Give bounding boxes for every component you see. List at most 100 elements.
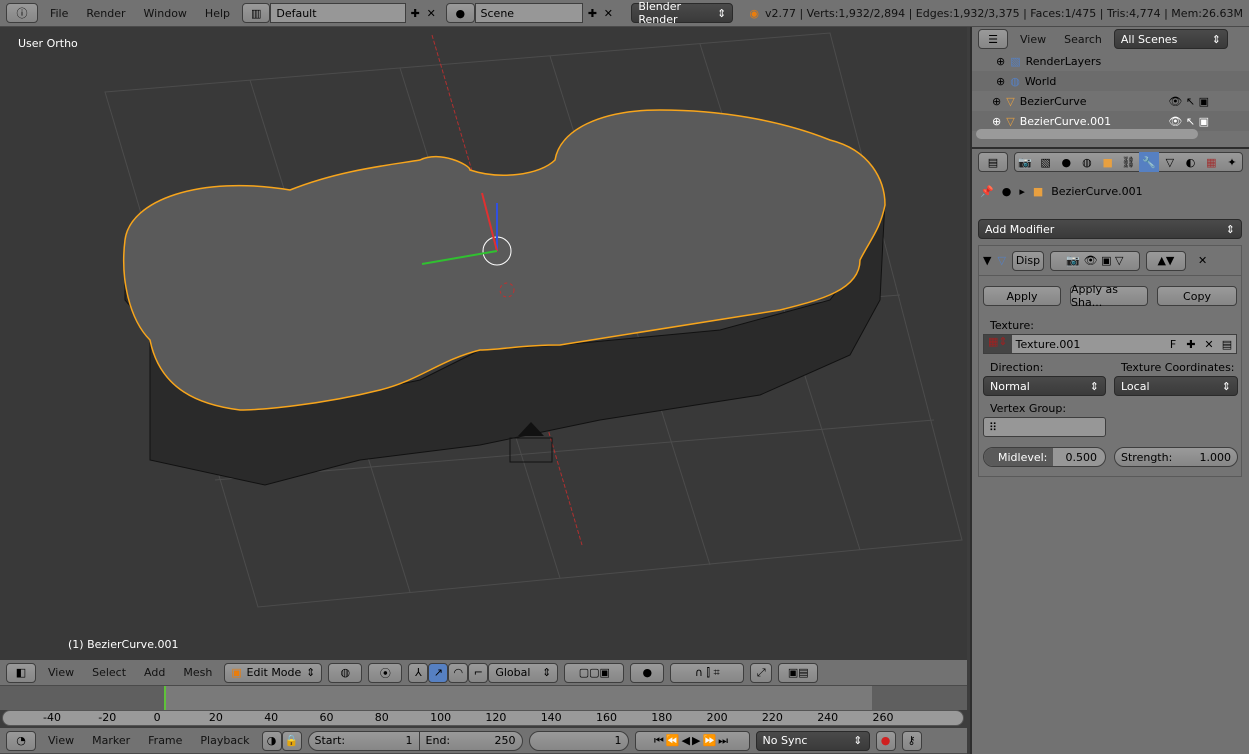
mode-dropdown[interactable]: ▣ Edit Mode ⇕ (224, 662, 323, 683)
info-editor-button[interactable]: ⓘ (6, 3, 38, 23)
current-frame-field[interactable]: 1 (528, 730, 629, 751)
render-engine-dropdown[interactable]: Blender Render ⇕ (631, 0, 734, 26)
constraints-tab-icon[interactable]: ⛓ (1118, 152, 1138, 172)
menu-search[interactable]: Search (1058, 33, 1108, 46)
texture-field[interactable]: ▦⇕ Texture.001 F ✚ ✕ ▤ (983, 334, 1237, 354)
menu-render[interactable]: Render (80, 7, 131, 20)
midlevel-label: Midlevel: (984, 448, 1054, 466)
scene-field[interactable]: Scene (474, 3, 584, 23)
render-tab-icon[interactable]: 📷 (1015, 152, 1035, 172)
lock-toggle[interactable]: 🔒 (281, 730, 302, 751)
record-button[interactable]: ● (875, 730, 896, 751)
playback-controls[interactable]: ⏮⏪◀▶⏩⏭ (634, 730, 750, 751)
vertex-group-field[interactable]: ⠿ (983, 417, 1106, 437)
fake-user-button[interactable]: F (1164, 338, 1182, 351)
context-tabs[interactable]: 📷 ▧ ● ◍ ■ ⛓ 🔧 ▽ ◐ ▦ ✦ (1013, 152, 1243, 172)
proportional-edit-dropdown[interactable]: ● (630, 662, 665, 683)
pin-icon[interactable]: 📌 (980, 185, 994, 198)
visibility-icons[interactable]: 👁 ↖ ▣ (1168, 115, 1209, 128)
texture-icon[interactable]: ▦⇕ (984, 335, 1012, 353)
scene-icon[interactable]: ● (446, 3, 475, 23)
close-icon[interactable]: ✕ (599, 3, 617, 23)
object-tab-icon[interactable]: ■ (1098, 152, 1118, 172)
menu-view[interactable]: View (42, 666, 80, 679)
snap-buttons[interactable]: ∩ ⫿ ⌗ (670, 662, 745, 683)
shading-dropdown[interactable]: ◍ (328, 662, 363, 683)
editor-type-button[interactable]: ▤ (978, 152, 1008, 172)
3d-viewport[interactable]: User Ortho (1) BezierCurve.001 (0, 27, 967, 660)
menu-select[interactable]: Select (86, 666, 132, 679)
select-mode-buttons[interactable]: ▢▢▣ (564, 662, 625, 683)
layout-icon[interactable]: ▥ (242, 3, 271, 23)
menu-window[interactable]: Window (138, 7, 193, 20)
timeline-area[interactable] (0, 686, 967, 710)
start-frame-field[interactable]: Start: 1 (307, 730, 420, 751)
editor-type-button[interactable]: ◧ (6, 662, 36, 683)
coords-value: Local (1121, 379, 1150, 393)
scale-toggle[interactable]: ⌐ (468, 662, 489, 683)
translate-toggle[interactable]: ↗ (428, 662, 449, 683)
modifiers-tab-icon[interactable]: 🔧 (1139, 152, 1160, 172)
copy-button[interactable]: Copy (1157, 286, 1237, 306)
expand-icon[interactable]: ⊕ (992, 95, 1001, 108)
manipulator-toggle[interactable]: ⅄ (408, 662, 429, 683)
strength-value: 1.000 (1199, 450, 1232, 464)
remove-modifier-icon[interactable]: ✕ (1198, 254, 1207, 267)
keying-button[interactable]: ⚷ (901, 730, 922, 751)
sync-dropdown[interactable]: No Sync ⇕ (755, 730, 870, 751)
outliner-item[interactable]: ⊕ ▽ BezierCurve.001 👁 ↖ ▣ (972, 111, 1249, 131)
browse-icon[interactable]: ▤ (1218, 338, 1236, 351)
layout-field[interactable]: Default (270, 3, 407, 23)
menu-file[interactable]: File (44, 7, 74, 20)
apply-button[interactable]: Apply (983, 286, 1061, 306)
direction-dropdown[interactable]: Normal ⇕ (983, 376, 1106, 396)
midlevel-field[interactable]: Midlevel: 0.500 (983, 447, 1106, 467)
expand-icon[interactable]: ⊕ (996, 75, 1005, 88)
current-frame-line[interactable] (164, 686, 166, 710)
menu-frame[interactable]: Frame (142, 734, 188, 747)
pivot-dropdown[interactable]: ⦿ (368, 662, 403, 683)
modifier-name-field[interactable]: Disp (1011, 250, 1044, 271)
material-tab-icon[interactable]: ◐ (1181, 152, 1201, 172)
unlink-texture-icon[interactable]: ✕ (1200, 338, 1218, 351)
add-modifier-dropdown[interactable]: Add Modifier ⇕ (978, 219, 1242, 239)
collapse-icon[interactable]: ▼ (983, 254, 991, 267)
preview-range-toggle[interactable]: ◑ (261, 730, 282, 751)
menu-help[interactable]: Help (199, 7, 236, 20)
move-up-down-buttons[interactable]: ▲▼ (1145, 250, 1186, 271)
expand-icon[interactable]: ⊕ (992, 115, 1001, 128)
particles-tab-icon[interactable]: ✦ (1222, 152, 1242, 172)
timeline-ruler[interactable]: -40 -20 0 20 40 60 80 100 120 140 160 180 200 220 240 2… (2, 710, 964, 726)
menu-playback[interactable]: Playback (194, 734, 255, 747)
outliner-item[interactable]: ⊕ ▽ BezierCurve 👁 ↖ ▣ (972, 91, 1249, 111)
texture-coordinates-dropdown[interactable]: Local ⇕ (1114, 376, 1238, 396)
render-layers-tab-icon[interactable]: ▧ (1036, 152, 1056, 172)
display-mode-dropdown[interactable]: All Scenes ⇕ (1113, 29, 1228, 49)
orientation-dropdown[interactable]: Global ⇕ (488, 662, 559, 683)
menu-mesh[interactable]: Mesh (177, 666, 218, 679)
strength-field[interactable]: Strength: 1.000 (1114, 447, 1238, 467)
scene-tab-icon[interactable]: ● (1056, 152, 1076, 172)
modifier-visibility-toggles[interactable]: 📷 👁 ▣ ▽ (1049, 250, 1140, 271)
menu-view[interactable]: View (42, 734, 80, 747)
visibility-icons[interactable]: 👁 ↖ ▣ (1168, 95, 1209, 108)
menu-view[interactable]: View (1014, 33, 1052, 46)
menu-add[interactable]: Add (138, 666, 171, 679)
end-frame-field[interactable]: End: 250 (418, 730, 523, 751)
close-icon[interactable]: ✕ (422, 3, 440, 23)
uv-button[interactable]: ⤢ (750, 662, 773, 683)
outliner-scrollbar[interactable] (976, 129, 1198, 139)
data-tab-icon[interactable]: ▽ (1160, 152, 1180, 172)
outliner-item[interactable]: ⊕ ▧ RenderLayers (972, 51, 1249, 71)
render-buttons[interactable]: ▣▤ (778, 662, 819, 683)
world-tab-icon[interactable]: ◍ (1077, 152, 1097, 172)
expand-icon[interactable]: ⊕ (996, 55, 1005, 68)
outliner-item[interactable]: ⊕ ◍ World (972, 71, 1249, 91)
editor-type-button[interactable]: ◔ (6, 730, 36, 751)
texture-tab-icon[interactable]: ▦ (1201, 152, 1221, 172)
menu-marker[interactable]: Marker (86, 734, 136, 747)
rotate-toggle[interactable]: ◠ (448, 662, 469, 683)
editor-type-button[interactable]: ☰ (978, 29, 1008, 49)
apply-as-shape-button[interactable]: Apply as Sha... (1070, 283, 1148, 309)
new-texture-icon[interactable]: ✚ (1182, 338, 1200, 351)
